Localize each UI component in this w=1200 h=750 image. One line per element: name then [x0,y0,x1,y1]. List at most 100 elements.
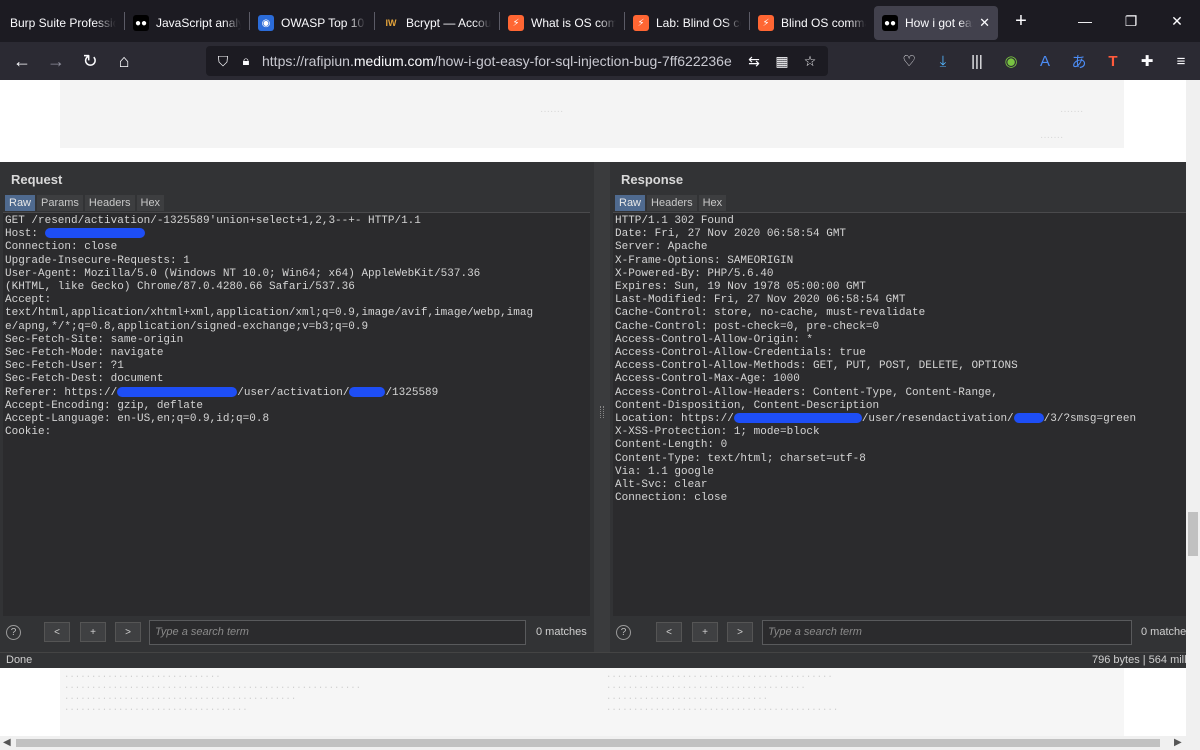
browser-tab[interactable]: IW Bcrypt — Accoun [375,6,499,40]
vertical-scrollbar[interactable] [1186,80,1200,736]
request-line: Sec-Fetch-User: ?1 [5,360,588,373]
add-button[interactable]: + [80,622,106,642]
portswigger-icon: ⚡ [633,15,649,31]
scroll-left-icon[interactable]: ◀ [3,737,11,748]
back-icon[interactable]: ← [5,46,39,76]
response-line-text: X-Frame-Options: SAMEORIGIN [615,254,794,267]
new-tab-button[interactable]: + [1004,10,1038,33]
next-match-button[interactable]: > [115,622,141,642]
download-icon[interactable]: ⤓ [928,46,958,76]
prev-match-button[interactable]: < [44,622,70,642]
redaction-mark [349,386,386,397]
response-line: Cache-Control: post-check=0, pre-check=0 [615,321,1184,334]
response-line: Access-Control-Allow-Methods: GET, PUT, … [615,360,1184,373]
request-line-text: Accept: [5,294,52,307]
extensions-icon[interactable]: ✚ [1132,46,1162,76]
browser-tab[interactable]: ●● How i got easy ✕ [874,6,998,40]
help-icon[interactable]: ? [6,625,21,640]
response-search-input[interactable]: Type a search term [762,620,1132,645]
qr-code-icon[interactable]: ▦ [772,53,792,70]
tab-raw[interactable]: Raw [615,195,646,211]
close-window-icon[interactable]: ✕ [1154,0,1200,42]
close-tab-icon[interactable]: ✕ [979,15,990,31]
browser-tab[interactable]: ⚡ Lab: Blind OS cor [625,6,749,40]
response-line-text: Expires: Sun, 19 Nov 1978 05:00:00 GMT [615,281,866,294]
request-line: Upgrade-Insecure-Requests: 1 [5,255,588,268]
localcdn-extension-icon[interactable]: ◉ [996,46,1026,76]
response-line: Expires: Sun, 19 Nov 1978 05:00:00 GMT [615,281,1184,294]
response-line-text: HTTP/1.1 302 Found [615,215,734,227]
translator-extension-icon[interactable]: A [1030,46,1060,76]
address-bar[interactable]: ⛉ 🔒︎ https://rafipiun.medium.com/how-i-g… [206,46,828,76]
response-line-text: Server: Apache [615,241,708,254]
response-editor[interactable]: HTTP/1.1 302 Found Date: Fri, 27 Nov 2020… [613,212,1186,616]
menu-icon[interactable]: ≡ [1166,46,1196,76]
tab-title: Blind OS comma [781,16,866,30]
tracking-shield-icon[interactable]: ⛉ [210,53,236,70]
browser-tab[interactable]: ●● JavaScript analysi [125,6,249,40]
browser-tab[interactable]: Burp Suite Professio [0,6,124,40]
scroll-thumb[interactable] [1188,512,1198,556]
panel-split-divider[interactable] [594,162,610,668]
restore-icon[interactable]: ❐ [1108,0,1154,42]
browser-tab[interactable]: ⚡ Blind OS comma [750,6,874,40]
next-match-button[interactable]: > [727,622,753,642]
request-line: (KHTML, like Gecko) Chrome/87.0.4280.66 … [5,281,588,294]
owasp-icon: ◉ [258,15,274,31]
tab-hex[interactable]: Hex [698,195,727,211]
horizontal-scrollbar[interactable]: ◀ ▶ [0,736,1200,750]
response-line-text: Cache-Control: store, no-cache, must-rev… [615,307,926,320]
redaction-mark [1013,413,1044,424]
response-line: Content-Type: text/html; charset=utf-8 [615,453,1184,466]
prev-match-button[interactable]: < [656,622,682,642]
request-editor[interactable]: GET /resend/activation/-1325589'union+se… [3,212,590,616]
request-line: Connection: close [5,241,588,254]
redaction-mark [117,386,238,397]
translate-icon[interactable]: ⇆ [744,53,764,70]
request-line-text: Upgrade-Insecure-Requests: 1 [5,254,190,267]
browser-tab-strip: Burp Suite Professio ●● JavaScript analysi… [0,0,1200,42]
response-line: Access-Control-Allow-Headers: Content-Ty… [615,387,1184,400]
library-icon[interactable]: ||| [962,46,992,76]
scroll-thumb[interactable] [16,739,1160,747]
response-line: X-XSS-Protection: 1; mode=block [615,426,1184,439]
url-text[interactable]: https://rafipiun.medium.com/how-i-got-ea… [262,53,732,69]
translate-extension-icon[interactable]: あ [1064,46,1094,76]
request-line: Referer: https:// /user/activation/ /13255… [5,387,588,400]
request-search-input[interactable]: Type a search term [149,620,526,645]
forward-icon[interactable]: → [39,46,73,76]
browser-tab[interactable]: ◉ OWASP Top 10 fo [250,6,374,40]
response-line-text: Content-Length: 0 [615,439,728,452]
add-button[interactable]: + [692,622,718,642]
minimize-icon[interactable]: — [1062,0,1108,42]
tab-hex[interactable]: Hex [136,195,165,211]
request-line: Accept: [5,294,588,307]
bookmark-star-icon[interactable]: ☆ [800,53,820,70]
response-line-text: Content-Type: text/html; charset=utf-8 [615,452,866,465]
portswigger-icon: ⚡ [758,15,774,31]
browser-tab[interactable]: ⚡ What is OS comm [500,6,624,40]
window-controls: — ❐ ✕ [1062,0,1200,42]
response-line: Access-Control-Max-Age: 1000 [615,373,1184,386]
response-line: X-Frame-Options: SAMEORIGIN [615,255,1184,268]
lock-icon[interactable]: 🔒︎ [236,53,256,69]
scroll-right-icon[interactable]: ▶ [1174,737,1182,748]
response-line-text: Location: https:// [615,413,734,426]
request-line: User-Agent: Mozilla/5.0 (Windows NT 10.0… [5,268,588,281]
tab-headers[interactable]: Headers [84,195,135,211]
tab-raw[interactable]: Raw [5,195,36,211]
response-line-text: Cache-Control: post-check=0, pre-check=0 [615,320,880,333]
request-line: Accept-Encoding: gzip, deflate [5,400,588,413]
burp-screenshot: Request Raw Params Headers Hex GET /resend/… [0,162,1186,668]
response-line: Last-Modified: Fri, 27 Nov 2020 06:58:54… [615,294,1184,307]
help-icon[interactable]: ? [616,625,631,640]
home-icon[interactable]: ⌂ [107,46,141,76]
request-line-text: Sec-Fetch-Dest: document [5,373,164,386]
pocket-icon[interactable]: ♡ [894,46,924,76]
reload-icon[interactable]: ↻ [73,46,107,76]
tab-headers[interactable]: Headers [647,195,697,211]
response-line-text: Alt-Svc: clear [615,479,708,492]
tab-params[interactable]: Params [37,195,83,211]
response-line: Alt-Svc: clear [615,479,1184,492]
t-extension-icon[interactable]: T [1098,46,1128,76]
